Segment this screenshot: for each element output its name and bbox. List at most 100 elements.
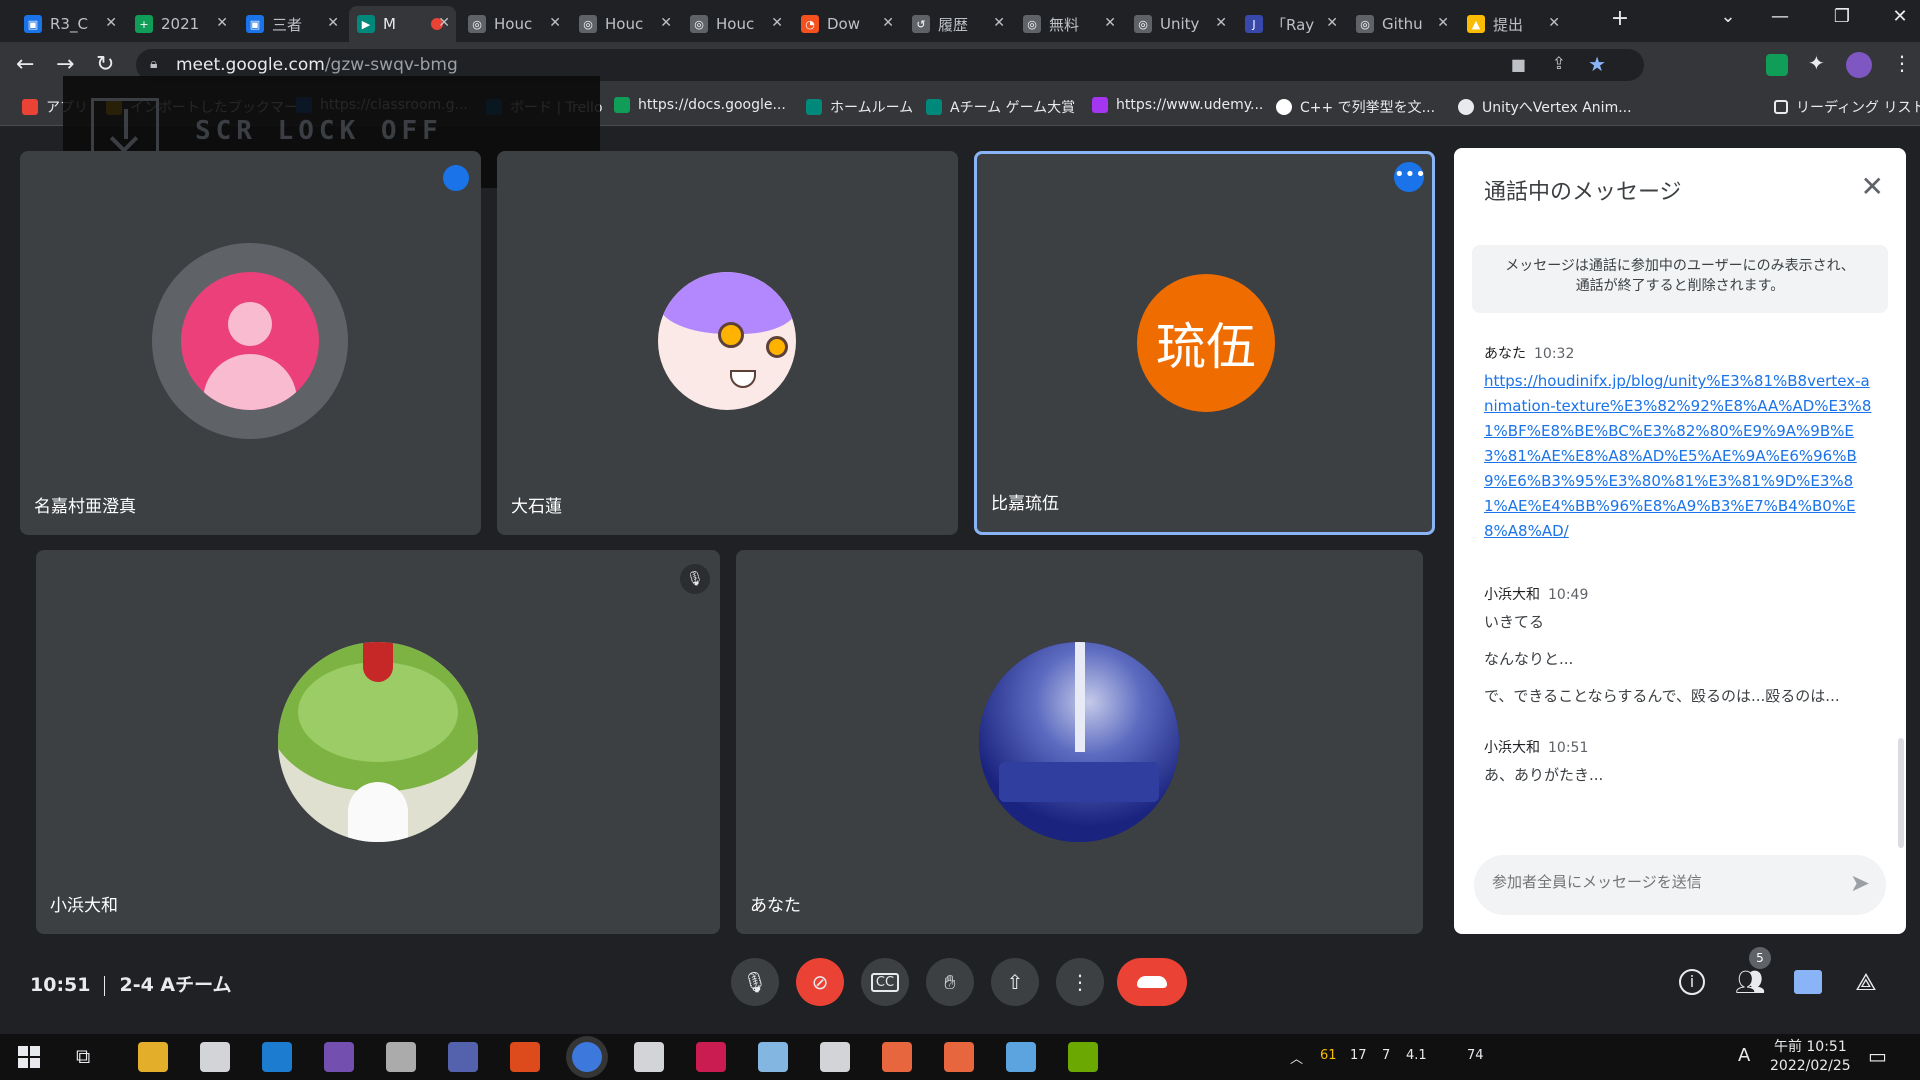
visual-studio-icon[interactable] <box>324 1042 354 1072</box>
tab-close-icon[interactable]: ✕ <box>105 15 117 31</box>
more-options-button[interactable]: ⋮ <box>1056 958 1104 1006</box>
browser-tab[interactable]: ◎ Houc ✕ <box>460 6 567 42</box>
browser-menu-icon[interactable]: ⋮ <box>1892 51 1912 75</box>
captions-button[interactable]: CC <box>861 958 909 1006</box>
dev-app-icon[interactable] <box>758 1042 788 1072</box>
microphone-button[interactable]: 🎙︎ <box>731 958 779 1006</box>
browser-tab[interactable]: ◎ Githu ✕ <box>1348 6 1455 42</box>
raise-hand-button[interactable]: ✋︎ <box>926 958 974 1006</box>
tab-close-icon[interactable]: ✕ <box>549 15 561 31</box>
minimize-icon[interactable]: — <box>1760 6 1800 27</box>
bookmark-item[interactable]: https://www.udemy... <box>1092 97 1263 113</box>
slack-icon[interactable] <box>696 1042 726 1072</box>
tab-close-icon[interactable]: ✕ <box>438 15 450 31</box>
windows-start-icon[interactable] <box>18 1046 40 1068</box>
browser-tab[interactable]: ◎ Unity ✕ <box>1126 6 1233 42</box>
tab-close-icon[interactable]: ✕ <box>216 15 228 31</box>
tab-close-icon[interactable]: ✕ <box>882 15 894 31</box>
tab-close-icon[interactable]: ✕ <box>1548 15 1560 31</box>
forward-arrow-icon[interactable]: → <box>56 52 74 77</box>
reload-icon[interactable]: ↻ <box>96 52 114 77</box>
browser-tab[interactable]: ▣ 三者 ✕ <box>238 6 345 42</box>
message-text: あ、ありがたき... <box>1484 766 1604 784</box>
participant-tile[interactable]: 🎙︎ 小浜大和 <box>36 550 720 934</box>
bookmark-item[interactable]: ホームルーム <box>806 97 913 117</box>
chat-scrollbar[interactable] <box>1898 738 1904 848</box>
activities-button[interactable]: ⟁ <box>1849 965 1883 999</box>
browser-tab[interactable]: ↺ 履歴 ✕ <box>904 6 1011 42</box>
tab-close-icon[interactable]: ✕ <box>1104 15 1116 31</box>
message-time: 10:49 <box>1548 587 1589 603</box>
browser-tab[interactable]: ▣ R3_C ✕ <box>16 6 123 42</box>
people-button[interactable]: 👥︎ <box>1733 965 1767 999</box>
houdini-icon[interactable] <box>882 1042 912 1072</box>
participant-tile[interactable]: 名嘉村亜澄真 <box>20 151 481 535</box>
leave-call-button[interactable] <box>1117 958 1187 1006</box>
steam-icon[interactable] <box>1006 1042 1036 1072</box>
brave-icon[interactable] <box>510 1042 540 1072</box>
message-link[interactable]: https://houdinifx.jp/blog/unity%E3%81%B8… <box>1484 369 1874 544</box>
restore-icon[interactable]: ❐ <box>1822 6 1862 27</box>
tab-close-icon[interactable]: ✕ <box>327 15 339 31</box>
participant-tile-speaking[interactable]: 琉伍 ••• 比嘉琉伍 <box>974 151 1435 535</box>
chrome-icon[interactable] <box>572 1042 602 1072</box>
tray-chevron-icon[interactable]: ︿ <box>1290 1048 1303 1067</box>
reading-list[interactable]: リーディング リスト <box>1774 97 1920 117</box>
taskbar-clock[interactable]: 午前 10:51 2022/02/25 <box>1770 1038 1851 1076</box>
bookmark-item[interactable]: https://docs.google... <box>614 97 786 113</box>
ime-indicator[interactable]: A <box>1738 1045 1750 1066</box>
tab-search-icon[interactable]: ⌄ <box>1708 6 1748 27</box>
bookmark-star-icon[interactable]: ★ <box>1588 52 1606 76</box>
tab-close-icon[interactable]: ✕ <box>660 15 672 31</box>
unity-icon[interactable] <box>386 1042 416 1072</box>
extension-shield-icon[interactable] <box>1766 54 1788 76</box>
tab-close-icon[interactable]: ✕ <box>771 15 783 31</box>
tab-close-icon[interactable]: ✕ <box>1326 15 1338 31</box>
tab-close-icon[interactable]: ✕ <box>993 15 1005 31</box>
send-icon[interactable]: ➤ <box>1850 869 1870 897</box>
store-icon[interactable] <box>200 1042 230 1072</box>
back-arrow-icon[interactable]: ← <box>16 52 34 77</box>
more-options-icon[interactable]: ••• <box>1394 162 1426 192</box>
tab-label: 履歴 <box>938 15 969 34</box>
chat-button[interactable] <box>1791 965 1825 999</box>
file-explorer-icon[interactable] <box>138 1042 168 1072</box>
present-screen-button[interactable]: ⇧ <box>991 958 1039 1006</box>
notifications-icon[interactable]: ▭ <box>1868 1044 1887 1068</box>
tab-label: Githu <box>1382 15 1423 33</box>
browser-tab[interactable]: ◎ 無料 ✕ <box>1015 6 1122 42</box>
mail-icon[interactable] <box>262 1042 292 1072</box>
bookmark-item[interactable]: Aチーム ゲーム大賞 <box>926 97 1075 117</box>
nvidia-icon[interactable] <box>1068 1042 1098 1072</box>
bookmark-item[interactable]: UnityへVertex Anim... <box>1458 97 1632 117</box>
bookmark-item[interactable]: C++ で列挙型を文... <box>1276 97 1435 117</box>
bookmark-favicon-icon <box>1458 99 1474 115</box>
extensions-puzzle-icon[interactable]: ✦ <box>1808 51 1825 75</box>
browser-tab[interactable]: ◔ Dow ✕ <box>793 6 900 42</box>
new-tab-icon[interactable]: + <box>1600 6 1640 31</box>
unity-hub-icon[interactable] <box>820 1042 850 1072</box>
camera-blocked-icon[interactable]: ■ <box>1511 55 1526 74</box>
camera-toggle-button[interactable]: ⊘ <box>796 958 844 1006</box>
browser-tab[interactable]: +2021 ✕ <box>127 6 234 42</box>
browser-tab[interactable]: J 「Ray ✕ <box>1237 6 1344 42</box>
vs-code-icon[interactable] <box>448 1042 478 1072</box>
browser-tab[interactable]: ▶ M ✕ <box>349 6 456 42</box>
participant-tile-self[interactable]: あなた <box>736 550 1423 934</box>
tab-close-icon[interactable]: ✕ <box>1437 15 1449 31</box>
close-window-icon[interactable]: ✕ <box>1880 6 1920 27</box>
profile-avatar[interactable] <box>1846 52 1872 78</box>
lock-icon: 🔒︎ <box>150 56 158 72</box>
tab-close-icon[interactable]: ✕ <box>1215 15 1227 31</box>
houdini-alt-icon[interactable] <box>944 1042 974 1072</box>
close-icon[interactable]: ✕ <box>1861 170 1884 203</box>
browser-tab[interactable]: ▲ 提出 ✕ <box>1459 6 1566 42</box>
participant-tile[interactable]: 大石蓮 <box>497 151 958 535</box>
share-icon[interactable]: ⇪ <box>1552 54 1566 74</box>
browser-tab[interactable]: ◎ Houc ✕ <box>571 6 678 42</box>
task-view-icon[interactable]: ⧉ <box>76 1044 90 1068</box>
notepad-icon[interactable] <box>634 1042 664 1072</box>
browser-tab[interactable]: ◎ Houc ✕ <box>682 6 789 42</box>
meeting-details-button[interactable]: i <box>1675 965 1709 999</box>
chat-message-input[interactable] <box>1492 873 1832 891</box>
